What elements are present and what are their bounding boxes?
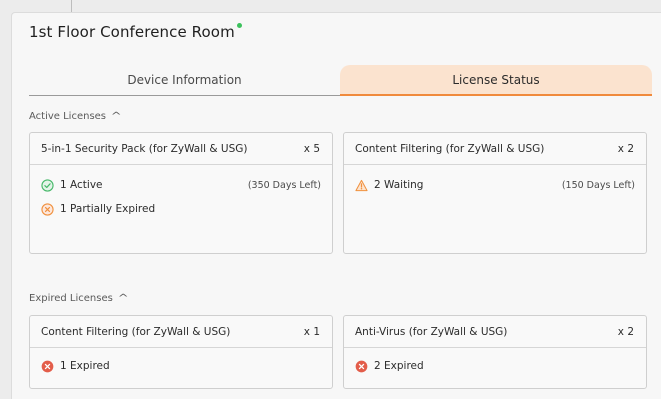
title-row: 1st Floor Conference Room [29, 23, 242, 41]
card-header: 5-in-1 Security Pack (for ZyWall & USG) … [30, 133, 332, 165]
license-quantity: x 2 [617, 142, 634, 155]
tab-device-information[interactable]: Device Information [29, 65, 340, 96]
card-header: Content Filtering (for ZyWall & USG) x 2 [344, 133, 646, 165]
tab-bar: Device Information License Status [29, 65, 652, 97]
expired-licenses-label: Expired Licenses [29, 293, 113, 304]
days-left: (350 Days Left) [247, 179, 321, 191]
license-card-anti-virus: Anti-Virus (for ZyWall & USG) x 2 2 Expi… [343, 315, 647, 389]
status-text: 1 Active [60, 179, 103, 191]
x-circle-outline-icon [41, 202, 54, 216]
license-status-row: 2 Waiting (150 Days Left) [355, 173, 635, 197]
status-text: 2 Expired [374, 360, 424, 372]
chevron-up-icon: ^ [117, 293, 129, 304]
license-quantity: x 1 [303, 325, 320, 338]
x-circle-filled-icon [355, 360, 368, 372]
license-name: Anti-Virus (for ZyWall & USG) [355, 325, 508, 338]
license-card-content-filtering: Content Filtering (for ZyWall & USG) x 2… [343, 132, 647, 254]
license-status-row: 2 Expired [355, 354, 635, 378]
page-title: 1st Floor Conference Room [29, 23, 235, 41]
license-quantity: x 5 [303, 142, 320, 155]
license-status-row: 1 Active (350 Days Left) [41, 173, 321, 197]
license-card-expired-content-filtering: Content Filtering (for ZyWall & USG) x 1… [29, 315, 333, 389]
x-circle-filled-icon [41, 360, 54, 372]
check-circle-icon [41, 178, 54, 192]
license-quantity: x 2 [617, 325, 634, 338]
expired-licenses-toggle[interactable]: Expired Licenses ^ [29, 293, 129, 304]
license-name: Content Filtering (for ZyWall & USG) [355, 142, 545, 155]
status-text: 1 Partially Expired [60, 203, 156, 215]
active-licenses-label: Active Licenses [29, 111, 107, 122]
card-header: Content Filtering (for ZyWall & USG) x 1 [30, 316, 332, 348]
license-name: Content Filtering (for ZyWall & USG) [41, 325, 231, 338]
active-licenses-toggle[interactable]: Active Licenses ^ [29, 111, 122, 122]
online-status-dot [236, 23, 242, 28]
license-name: 5-in-1 Security Pack (for ZyWall & USG) [41, 142, 248, 155]
status-text: 1 Expired [60, 360, 110, 372]
status-text: 2 Waiting [374, 179, 424, 191]
license-status-row: 1 Expired [41, 354, 321, 378]
license-card-security-pack: 5-in-1 Security Pack (for ZyWall & USG) … [29, 132, 333, 254]
card-header: Anti-Virus (for ZyWall & USG) x 2 [344, 316, 646, 348]
device-panel: 1st Floor Conference Room Device Informa… [11, 12, 661, 399]
days-left: (150 Days Left) [561, 179, 635, 191]
tab-license-status[interactable]: License Status [340, 65, 652, 96]
license-status-row: 1 Partially Expired [41, 197, 321, 221]
top-divider-line [71, 0, 72, 12]
chevron-up-icon: ^ [110, 111, 122, 122]
warning-triangle-icon [355, 179, 368, 191]
